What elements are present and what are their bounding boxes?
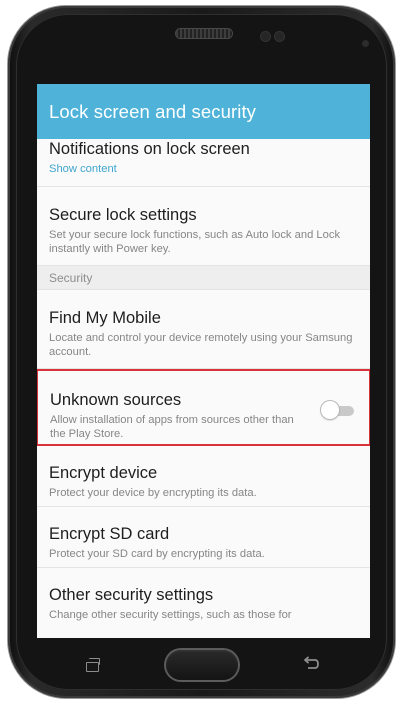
- setting-secure-lock-settings[interactable]: Secure lock settings Set your secure loc…: [37, 187, 370, 266]
- home-button[interactable]: [166, 650, 238, 680]
- back-icon[interactable]: [300, 656, 322, 672]
- setting-text: Unknown sources Allow installation of ap…: [50, 390, 305, 441]
- setting-unknown-sources[interactable]: Unknown sources Allow installation of ap…: [37, 369, 370, 446]
- setting-description: Allow installation of apps from sources …: [50, 414, 294, 440]
- phone-screen: Lock screen and security Notifications o…: [37, 84, 370, 638]
- setting-value: Show content: [49, 163, 117, 175]
- setting-encrypt-device[interactable]: Encrypt device Protect your device by en…: [37, 446, 370, 507]
- setting-label: Encrypt device: [49, 464, 158, 482]
- setting-description: Set your secure lock functions, such as …: [49, 229, 341, 255]
- app-bar: Lock screen and security: [37, 84, 370, 139]
- setting-label: Other security settings: [49, 586, 214, 604]
- setting-encrypt-sd-card[interactable]: Encrypt SD card Protect your SD card by …: [37, 507, 370, 568]
- page-title: Lock screen and security: [49, 100, 257, 122]
- setting-other-security-settings[interactable]: Other security settings Change other sec…: [37, 568, 370, 638]
- proximity-sensor-icon: [261, 32, 270, 41]
- setting-description: Change other security settings, such as …: [49, 609, 292, 621]
- setting-label: Notifications on lock screen: [49, 140, 250, 158]
- setting-label: Secure lock settings: [49, 206, 197, 224]
- front-camera-icon: [362, 40, 369, 47]
- setting-notifications-on-lock-screen[interactable]: Notifications on lock screen Show conten…: [37, 139, 370, 187]
- setting-label: Find My Mobile: [49, 309, 161, 327]
- setting-description: Protect your SD card by encrypting its d…: [49, 548, 265, 560]
- recent-apps-front-frame: [86, 662, 99, 672]
- setting-label: Encrypt SD card: [49, 525, 170, 543]
- setting-description: Protect your device by encrypting its da…: [49, 487, 257, 499]
- earpiece-speaker-icon: [176, 29, 232, 38]
- toggle-thumb: [321, 401, 339, 419]
- screenshot-stage: Lock screen and security Notifications o…: [0, 0, 403, 702]
- setting-label: Unknown sources: [50, 391, 182, 409]
- section-header-security: Security: [37, 266, 370, 290]
- back-arrow-glyph: [304, 656, 319, 669]
- setting-description: Locate and control your device remotely …: [49, 332, 353, 358]
- setting-find-my-mobile[interactable]: Find My Mobile Locate and control your d…: [37, 290, 370, 369]
- unknown-sources-toggle[interactable]: [321, 401, 355, 419]
- light-sensor-icon: [275, 32, 284, 41]
- recent-apps-icon[interactable]: [86, 658, 102, 672]
